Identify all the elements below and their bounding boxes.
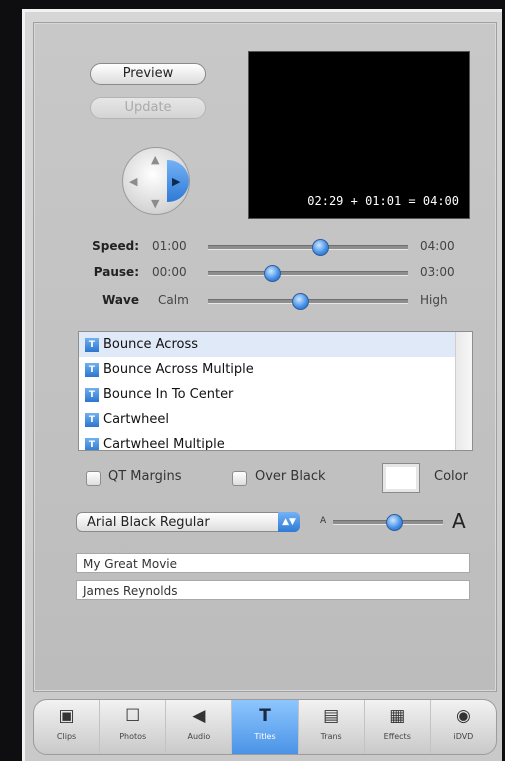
tab-photos[interactable]: ☐ Photos: [100, 700, 167, 754]
slider-knob[interactable]: [312, 239, 329, 256]
slider-min-label: Calm: [158, 293, 189, 307]
slider-label: Wave: [102, 293, 139, 307]
idvd-icon: ◉: [455, 706, 471, 726]
down-arrow-icon[interactable]: ▼: [151, 198, 159, 209]
audio-icon: ◀: [192, 706, 206, 726]
font-size-track[interactable]: [333, 514, 443, 531]
slider-track[interactable]: [208, 293, 408, 310]
slider-track[interactable]: [208, 239, 408, 256]
slider-max-label: 03:00: [420, 265, 455, 279]
title-style-icon: T: [85, 388, 99, 402]
right-arrow-icon: ▶: [172, 175, 181, 188]
color-swatch[interactable]: [382, 463, 420, 493]
up-arrow-icon[interactable]: ▲: [151, 154, 159, 165]
popup-arrows-icon: ▲▼: [278, 512, 300, 532]
titles-panel: Preview Update ▲ ◀ ▼ ▶ 02:29 + 01:01 = 0…: [22, 9, 502, 761]
tab-effects[interactable]: ▦ Effects: [365, 700, 431, 754]
slider-min-label: 01:00: [152, 239, 187, 253]
tab-titles[interactable]: T Titles: [232, 700, 299, 754]
over-black-label: Over Black: [255, 469, 326, 484]
direction-pad[interactable]: ▲ ◀ ▼ ▶: [122, 147, 190, 215]
timecode-readout: 02:29 + 01:01 = 04:00: [307, 194, 459, 208]
photos-icon: ☐: [125, 706, 141, 726]
left-arrow-icon[interactable]: ◀: [129, 176, 137, 187]
tab-label: Photos: [119, 732, 147, 741]
slider-knob[interactable]: [264, 265, 281, 282]
font-size-knob[interactable]: [385, 514, 403, 531]
tab-label: Audio: [187, 732, 211, 741]
over-black-checkbox[interactable]: [232, 471, 247, 486]
preview-button[interactable]: Preview: [90, 63, 206, 85]
qt-margins-label: QT Margins: [108, 469, 182, 484]
trans-icon: ▤: [323, 706, 340, 726]
slider-label: Speed:: [92, 239, 139, 253]
slider-min-label: 00:00: [152, 265, 187, 279]
font-popup-value: Arial Black Regular: [87, 515, 210, 530]
tab-trans[interactable]: ▤ Trans: [299, 700, 365, 754]
qt-margins-checkbox[interactable]: [86, 471, 101, 486]
small-size-label: A: [320, 516, 327, 526]
title-style-icon: T: [85, 438, 99, 450]
titles-pane: Preview Update ▲ ◀ ▼ ▶ 02:29 + 01:01 = 0…: [33, 22, 497, 692]
tab-label: Clips: [56, 732, 77, 741]
list-item[interactable]: T Cartwheel Multiple: [79, 432, 472, 451]
color-label: Color: [434, 469, 468, 484]
right-direction-button[interactable]: ▶: [167, 160, 189, 202]
title-style-icon: T: [85, 413, 99, 427]
title-style-icon: T: [85, 338, 99, 352]
tab-label: Effects: [383, 732, 411, 741]
list-item[interactable]: T Bounce Across: [79, 332, 472, 357]
title-line-2-field[interactable]: James Reynolds: [76, 580, 470, 600]
slider-knob[interactable]: [292, 293, 309, 310]
list-scrollbar[interactable]: [455, 332, 472, 450]
tab-label: Titles: [254, 732, 276, 741]
title-style-icon: T: [85, 363, 99, 377]
tab-clips[interactable]: ▣ Clips: [34, 700, 101, 754]
list-item-label: Bounce Across Multiple: [103, 362, 254, 377]
title-style-items: T Bounce Across T Bounce Across Multiple T Bo…: [79, 332, 472, 451]
list-item-label: Bounce In To Center: [103, 387, 234, 402]
effects-icon: ▦: [389, 706, 406, 726]
update-button[interactable]: Update: [90, 97, 206, 119]
list-item-label: Cartwheel Multiple: [103, 437, 225, 451]
list-item[interactable]: T Cartwheel: [79, 407, 472, 432]
slider-track[interactable]: [208, 265, 408, 282]
list-item[interactable]: T Bounce In To Center: [79, 382, 472, 407]
list-item-label: Bounce Across: [103, 337, 198, 352]
slider-max-label: High: [420, 293, 448, 307]
list-item[interactable]: T Bounce Across Multiple: [79, 357, 472, 382]
tab-idvd[interactable]: ◉ iDVD: [431, 700, 496, 754]
clips-icon: ▣: [58, 706, 75, 726]
slider-label: Pause:: [93, 265, 139, 279]
font-popup[interactable]: Arial Black Regular ▲▼: [76, 512, 300, 532]
title-style-list[interactable]: T Bounce Across T Bounce Across Multiple T Bo…: [78, 331, 473, 451]
titles-icon: T: [259, 706, 271, 726]
tab-audio[interactable]: ◀ Audio: [166, 700, 233, 754]
title-line-1-field[interactable]: My Great Movie: [76, 553, 470, 573]
slider-max-label: 04:00: [420, 239, 455, 253]
preview-monitor: 02:29 + 01:01 = 04:00: [248, 51, 470, 219]
tab-label: Trans: [320, 732, 342, 741]
list-item-label: Cartwheel: [103, 412, 169, 427]
pane-toolbar: ▣ Clips ☐ Photos ◀ Audio T Titles ▤ Trans ▦ Effects…: [33, 699, 497, 755]
large-size-label: A: [452, 509, 466, 533]
tab-label: iDVD: [453, 732, 474, 741]
